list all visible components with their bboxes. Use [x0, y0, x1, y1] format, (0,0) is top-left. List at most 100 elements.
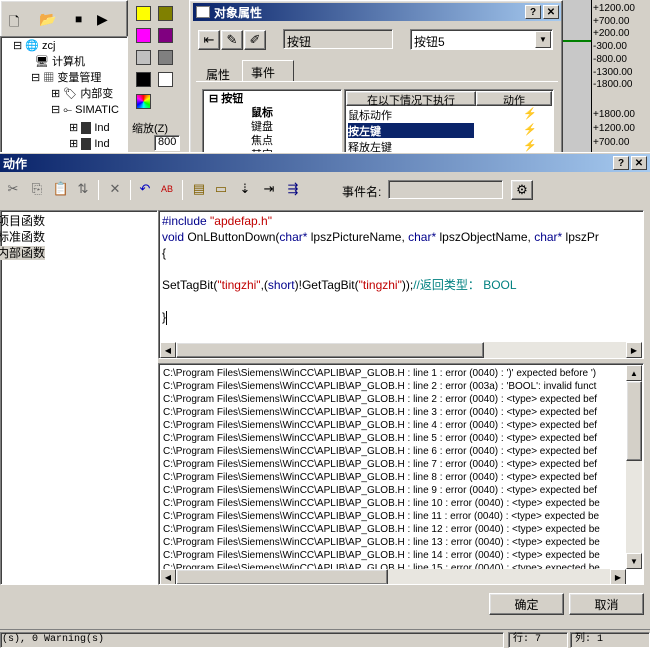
open-folder-icon[interactable]: 📂: [39, 11, 56, 28]
tree-item-standard-functions[interactable]: 标准函数: [0, 230, 45, 244]
event-tree-focus[interactable]: 焦点: [251, 134, 273, 148]
color-swatch-white[interactable]: [158, 72, 173, 87]
output-vscrollbar[interactable]: ▲ ▼: [626, 365, 642, 569]
output-line[interactable]: C:\Program Files\Siemens\WinCC\APLIB\AP_…: [163, 380, 625, 393]
pipette-icon[interactable]: ✎: [221, 30, 243, 50]
designer-toolbar: 🗋 📂 ■ ▶: [0, 0, 128, 40]
tab-events[interactable]: 事件: [242, 60, 294, 82]
color-swatch-black[interactable]: [136, 72, 151, 87]
output-line[interactable]: C:\Program Files\Siemens\WinCC\APLIB\AP_…: [163, 458, 625, 471]
event-tree-keyboard[interactable]: 键盘: [251, 120, 273, 134]
output-line[interactable]: C:\Program Files\Siemens\WinCC\APLIB\AP_…: [163, 497, 625, 510]
pipette-apply-icon[interactable]: ✐: [244, 30, 266, 50]
pin-icon[interactable]: ⇤: [198, 30, 220, 50]
output-pane[interactable]: C:\Program Files\Siemens\WinCC\APLIB\AP_…: [158, 363, 644, 585]
code-editor[interactable]: #include "apdefap.h" void OnLButtonDown(…: [158, 210, 644, 359]
play-icon[interactable]: ▶: [97, 11, 108, 28]
tree-item-label: Ind: [94, 122, 110, 134]
trigger-icon[interactable]: ⚙: [511, 180, 533, 200]
scroll-left-icon[interactable]: ◀: [160, 342, 176, 358]
format-icon[interactable]: ⇅: [72, 179, 94, 199]
output-line[interactable]: C:\Program Files\Siemens\WinCC\APLIB\AP_…: [163, 419, 625, 432]
color-swatch-gray[interactable]: [158, 50, 173, 65]
undo-icon[interactable]: ↶: [134, 179, 156, 199]
help-button[interactable]: ?: [525, 5, 541, 19]
lightning-icon[interactable]: ⚡: [523, 139, 537, 152]
event-tree-mouse[interactable]: 鼠标: [251, 106, 273, 120]
output-line[interactable]: C:\Program Files\Siemens\WinCC\APLIB\AP_…: [163, 406, 625, 419]
scroll-down-icon[interactable]: ▼: [626, 553, 642, 569]
output-vscroll-thumb[interactable]: [626, 381, 642, 461]
scale-label: +1800.00: [593, 109, 635, 120]
copy-icon[interactable]: ⎘: [26, 179, 48, 199]
code-hscroll-thumb[interactable]: [176, 342, 484, 358]
table-row-press-left[interactable]: 按左键: [348, 123, 474, 138]
scroll-left-icon[interactable]: ◀: [160, 569, 176, 584]
paste-icon[interactable]: 📋: [50, 179, 72, 199]
zoom-value[interactable]: 800: [154, 135, 180, 151]
tag-icon: 🏷: [63, 88, 78, 100]
chevron-down-icon[interactable]: ▼: [535, 31, 551, 48]
scroll-up-icon[interactable]: ▲: [626, 365, 642, 381]
tree-root[interactable]: ⊟ 🌐 zcj: [13, 39, 56, 53]
tree-item-ind-1[interactable]: ⊞ Ind: [69, 121, 110, 135]
output-line[interactable]: C:\Program Files\Siemens\WinCC\APLIB\AP_…: [163, 484, 625, 497]
lightning-icon[interactable]: ⚡: [523, 107, 537, 120]
new-file-icon[interactable]: 🗋: [9, 13, 19, 35]
color-swatch-olive[interactable]: [158, 6, 173, 21]
code-token: lpszPictureName,: [307, 230, 409, 244]
table-row-mouse-action[interactable]: 鼠标动作: [348, 107, 474, 122]
tree-item-label: 内部变: [80, 88, 114, 100]
output-line[interactable]: C:\Program Files\Siemens\WinCC\APLIB\AP_…: [163, 445, 625, 458]
stop-icon[interactable]: ■: [75, 12, 82, 26]
tree-item-computer[interactable]: 🖥 计算机: [35, 55, 85, 69]
scroll-right-icon[interactable]: ▶: [610, 569, 626, 584]
color-swatch-magenta[interactable]: [136, 28, 151, 43]
ok-button[interactable]: 确定: [489, 593, 564, 615]
output-line[interactable]: C:\Program Files\Siemens\WinCC\APLIB\AP_…: [163, 510, 625, 523]
tree-item-internal-tags[interactable]: ⊞ 🏷 内部变: [51, 87, 113, 101]
color-swatch-silver[interactable]: [136, 50, 151, 65]
output-line[interactable]: C:\Program Files\Siemens\WinCC\APLIB\AP_…: [163, 393, 625, 406]
output-hscrollbar[interactable]: ◀ ▶: [160, 569, 626, 584]
compile-icon[interactable]: ▤: [188, 179, 210, 199]
custom-color-icon[interactable]: [136, 94, 151, 109]
object-select-icon[interactable]: ⇶: [282, 179, 304, 199]
c-action-icon[interactable]: ⚡: [523, 123, 537, 136]
tree-item-project-functions[interactable]: 项目函数: [0, 214, 45, 228]
object-name-select[interactable]: 按钮5 ▼: [410, 29, 553, 50]
tree-item-internal-functions[interactable]: 内部函数: [0, 246, 46, 260]
scroll-right-icon[interactable]: ▶: [626, 342, 642, 358]
tree-item-ind-2[interactable]: ⊞ Ind: [69, 137, 110, 151]
event-tree-root[interactable]: ⊟ 按钮: [209, 92, 243, 106]
output-line[interactable]: C:\Program Files\Siemens\WinCC\APLIB\AP_…: [163, 471, 625, 484]
color-swatch-yellow[interactable]: [136, 6, 151, 21]
picture-select-icon[interactable]: ⇥: [258, 179, 280, 199]
cut-icon[interactable]: ✂: [2, 179, 24, 199]
scale-label: +700.00: [593, 137, 630, 148]
output-hscroll-thumb[interactable]: [176, 569, 388, 584]
close-button[interactable]: ✕: [543, 5, 559, 19]
import-icon[interactable]: ▭: [210, 179, 232, 199]
tree-item-simatic[interactable]: ⊟ ⟜ SIMATIC: [51, 103, 119, 117]
close-button[interactable]: ✕: [631, 156, 647, 170]
action-dialog-titlebar: 动作 ? ✕: [0, 154, 650, 172]
translate-icon[interactable]: AB: [156, 179, 178, 199]
table-header-action[interactable]: 动作: [476, 91, 552, 107]
tree-item-tag-management[interactable]: ⊟ ▦ 变量管理: [31, 71, 101, 85]
scale-label: -1300.00: [593, 66, 633, 78]
code-hscrollbar[interactable]: ◀ ▶: [160, 342, 642, 358]
table-header-condition[interactable]: 在以下情况下执行: [346, 91, 476, 107]
output-line[interactable]: C:\Program Files\Siemens\WinCC\APLIB\AP_…: [163, 536, 625, 549]
output-line[interactable]: C:\Program Files\Siemens\WinCC\APLIB\AP_…: [163, 432, 625, 445]
output-line[interactable]: C:\Program Files\Siemens\WinCC\APLIB\AP_…: [163, 523, 625, 536]
cancel-button[interactable]: 取消: [569, 593, 644, 615]
output-line[interactable]: C:\Program Files\Siemens\WinCC\APLIB\AP_…: [163, 549, 625, 562]
delete-icon[interactable]: ✕: [104, 179, 126, 199]
help-button[interactable]: ?: [613, 156, 629, 170]
event-name-label: 事件名:: [342, 185, 382, 199]
tag-select-icon[interactable]: ⇣: [234, 179, 256, 199]
code-token: char*: [534, 230, 563, 244]
color-swatch-purple[interactable]: [158, 28, 173, 43]
output-line[interactable]: C:\Program Files\Siemens\WinCC\APLIB\AP_…: [163, 367, 625, 380]
